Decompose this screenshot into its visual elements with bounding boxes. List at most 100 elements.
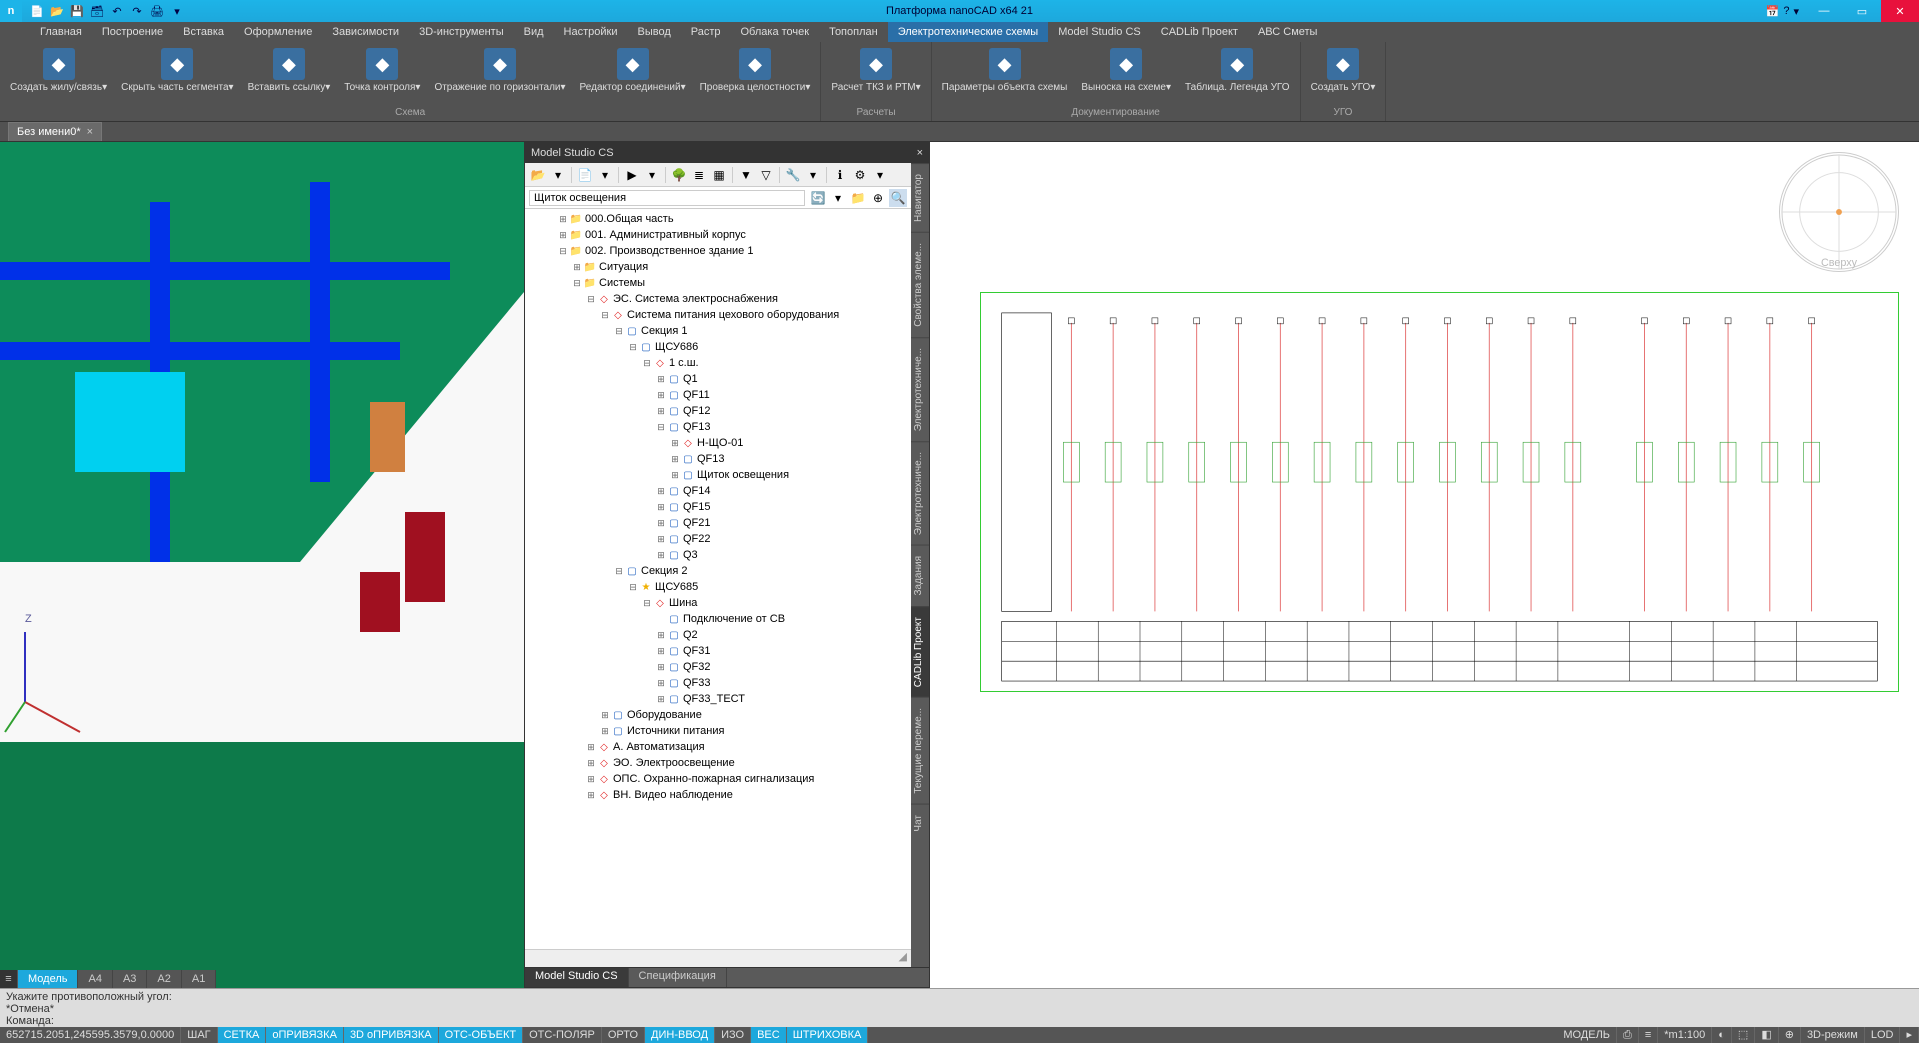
status-item[interactable]: ⬚ (1732, 1027, 1755, 1043)
expand-icon[interactable]: ⊞ (655, 406, 667, 417)
menu-item[interactable]: Облака точек (731, 22, 820, 42)
status-item[interactable]: 3D-режим (1801, 1027, 1865, 1043)
menu-item[interactable]: Электротехнические схемы (888, 22, 1049, 42)
viewport-2d[interactable]: Сверху (930, 142, 1919, 988)
tree-node[interactable]: ⊟◇ЭС. Система электроснабжения (527, 291, 909, 307)
tree-node[interactable]: ⊞◇Н-ЩО-01 (527, 435, 909, 451)
table-icon[interactable]: ▦ (710, 166, 728, 184)
status-toggle[interactable]: ШТРИХОВКА (787, 1027, 869, 1043)
info-icon[interactable]: ℹ (831, 166, 849, 184)
tree-node[interactable]: ⊞▢QF11 (527, 387, 909, 403)
status-toggle[interactable]: СЕТКА (218, 1027, 267, 1043)
dropdown-icon[interactable]: ▾ (596, 166, 614, 184)
run-icon[interactable]: ▶ (623, 166, 641, 184)
status-toggle[interactable]: ВЕС (751, 1027, 787, 1043)
dropdown-icon[interactable]: ▾ (871, 166, 889, 184)
tree-node[interactable]: ⊞◇А. Автоматизация (527, 739, 909, 755)
status-item[interactable]: МОДЕЛЬ (1557, 1027, 1617, 1043)
side-tab[interactable]: Электротехниче... (911, 337, 929, 441)
save-icon[interactable]: 💾 (68, 2, 86, 20)
expand-icon[interactable]: ⊟ (571, 278, 583, 289)
ribbon-button[interactable]: ◆Параметры объекта схемы (936, 44, 1074, 106)
layout-tab[interactable]: A4 (78, 970, 112, 988)
ribbon-button[interactable]: ◆Вставить ссылку▾ (242, 44, 337, 106)
app-icon[interactable]: n (0, 0, 22, 22)
expand-icon[interactable]: ⊞ (585, 774, 597, 785)
minimize-button[interactable]: — (1805, 0, 1843, 22)
menu-item[interactable]: Топоплан (819, 22, 888, 42)
expand-icon[interactable]: ⊞ (655, 390, 667, 401)
dropdown-icon[interactable]: ▾ (829, 189, 847, 207)
expand-icon[interactable]: ⊟ (627, 342, 639, 353)
ribbon-button[interactable]: ◆Редактор соединений▾ (574, 44, 692, 106)
expand-icon[interactable]: ⊟ (655, 422, 667, 433)
ribbon-button[interactable]: ◆Точка контроля▾ (338, 44, 426, 106)
expand-icon[interactable]: ⊞ (655, 694, 667, 705)
tree-node[interactable]: ⊞📁000.Общая часть (527, 211, 909, 227)
help-dropdown-icon[interactable]: ▾ (1793, 5, 1799, 18)
dropdown-icon[interactable]: ▾ (549, 166, 567, 184)
tree-icon[interactable]: 🌳 (670, 166, 688, 184)
panel-titlebar[interactable]: Model Studio CS × (525, 143, 929, 163)
tree-node[interactable]: ⊞▢Щиток освещения (527, 467, 909, 483)
filter-icon[interactable]: ▼ (737, 166, 755, 184)
tree-node[interactable]: ⊟◇Система питания цехового оборудования (527, 307, 909, 323)
tree-node[interactable]: ⊟◇Шина (527, 595, 909, 611)
expand-icon[interactable]: ⊞ (669, 470, 681, 481)
saveall-icon[interactable]: 🗃 (88, 2, 106, 20)
tree-node[interactable]: ⊟▢Секция 2 (527, 563, 909, 579)
tree-node[interactable]: ▢Подключение от СВ (527, 611, 909, 627)
ribbon-button[interactable]: ◆Создать жилу/связь▾ (4, 44, 113, 106)
side-tab[interactable]: Свойства элеме... (911, 232, 929, 337)
expand-icon[interactable]: ⊞ (669, 438, 681, 449)
status-toggle[interactable]: 3D оПРИВЯЗКА (344, 1027, 439, 1043)
status-item[interactable]: ⎙ (1617, 1027, 1639, 1043)
ribbon-button[interactable]: ◆Выноска на схеме▾ (1075, 44, 1177, 106)
expand-icon[interactable]: ⊟ (599, 310, 611, 321)
expand-icon[interactable]: ⊞ (655, 550, 667, 561)
expand-icon[interactable]: ⊞ (655, 678, 667, 689)
filter2-icon[interactable]: ▽ (757, 166, 775, 184)
dropdown-icon[interactable]: ▾ (804, 166, 822, 184)
status-item[interactable]: ◐ (1712, 1027, 1732, 1043)
close-button[interactable]: ✕ (1881, 0, 1919, 22)
menu-item[interactable]: Вывод (627, 22, 680, 42)
layout-tab[interactable]: A3 (113, 970, 147, 988)
expand-icon[interactable]: ⊞ (655, 646, 667, 657)
tree-node[interactable]: ⊞▢Q1 (527, 371, 909, 387)
open-folder-icon[interactable]: 📂 (529, 166, 547, 184)
ribbon-button[interactable]: ◆Таблица. Легенда УГО (1179, 44, 1296, 106)
tree-node[interactable]: ⊞▢QF33_ТЕСТ (527, 691, 909, 707)
status-toggle[interactable]: ДИН-ВВОД (645, 1027, 715, 1043)
expand-icon[interactable]: ⊞ (655, 502, 667, 513)
redo-icon[interactable]: ↷ (128, 2, 146, 20)
status-item[interactable]: ⊕ (1779, 1027, 1801, 1043)
expand-icon[interactable]: ⊟ (613, 566, 625, 577)
tree-node[interactable]: ⊟◇1 с.ш. (527, 355, 909, 371)
expand-icon[interactable]: ⊞ (599, 710, 611, 721)
tree-node[interactable]: ⊟▢ЩСУ686 (527, 339, 909, 355)
menu-item[interactable]: Вставка (173, 22, 234, 42)
view-cube[interactable]: Сверху (1779, 152, 1899, 272)
help-icon[interactable]: ? (1783, 5, 1789, 17)
pin-icon[interactable]: 🔍 (889, 189, 907, 207)
status-item[interactable]: ▸ (1900, 1027, 1919, 1043)
viewport-3d[interactable]: Z (0, 142, 524, 988)
bottom-tab[interactable]: Model Studio CS (525, 968, 629, 987)
expand-icon[interactable]: ⊟ (641, 598, 653, 609)
open-icon[interactable]: 📂 (48, 2, 66, 20)
nav-icon[interactable]: ⊕ (869, 189, 887, 207)
print-icon[interactable]: 🖨 (148, 2, 166, 20)
calendar-icon[interactable]: 📅 (1766, 5, 1780, 18)
menu-item[interactable]: Оформление (234, 22, 322, 42)
tree-node[interactable]: ⊟📁Системы (527, 275, 909, 291)
tree-node[interactable]: ⊞▢QF22 (527, 531, 909, 547)
tree-node[interactable]: ⊞▢QF31 (527, 643, 909, 659)
tree-node[interactable]: ⊞◇ОПС. Охранно-пожарная сигнализация (527, 771, 909, 787)
layout-menu-icon[interactable]: ≡ (0, 970, 18, 988)
tree-node[interactable]: ⊞▢QF14 (527, 483, 909, 499)
tree-node[interactable]: ⊞◇ВН. Видео наблюдение (527, 787, 909, 803)
tree-node[interactable]: ⊞📁001. Административный корпус (527, 227, 909, 243)
tree-node[interactable]: ⊞▢Q2 (527, 627, 909, 643)
menu-item[interactable]: Построение (92, 22, 173, 42)
